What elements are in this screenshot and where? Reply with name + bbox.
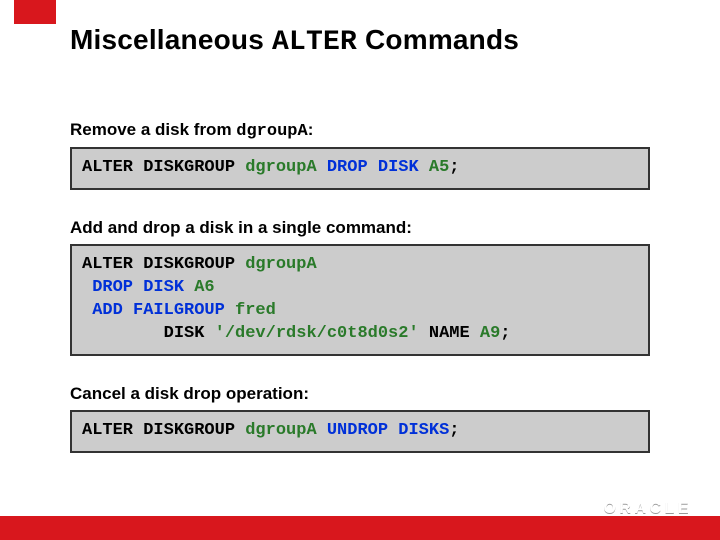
- sql-identifier: dgroupA: [245, 421, 316, 440]
- sql-text: DISK: [82, 324, 215, 343]
- code-block: ALTER DISKGROUP dgroupA UNDROP DISKS;: [70, 410, 650, 453]
- sql-text: ;: [449, 158, 459, 177]
- caption-mono: dgroupA: [236, 122, 307, 141]
- slide-title: Miscellaneous ALTER Commands: [70, 24, 519, 58]
- sql-text: [317, 421, 327, 440]
- sql-identifier: A9: [480, 324, 500, 343]
- oracle-logo: ORACLE: [597, 498, 698, 520]
- sql-identifier: A6: [194, 278, 214, 297]
- sql-text: ALTER DISKGROUP: [82, 421, 245, 440]
- sql-text: ;: [449, 421, 459, 440]
- section-caption: Remove a disk from dgroupA:: [70, 120, 650, 141]
- sql-text: [82, 278, 92, 297]
- sql-identifier: dgroupA: [245, 255, 316, 274]
- sql-keyword: UNDROP DISKS: [327, 421, 449, 440]
- sql-identifier: fred: [235, 301, 276, 320]
- content-area: Remove a disk from dgroupA: ALTER DISKGRO…: [70, 120, 650, 453]
- sql-text: [82, 301, 92, 320]
- header-accent-block: [14, 0, 56, 24]
- section-caption: Add and drop a disk in a single command:: [70, 218, 650, 238]
- title-mono: ALTER: [272, 27, 357, 58]
- sql-text: [317, 158, 327, 177]
- sql-text: ;: [500, 324, 510, 343]
- sql-text: ALTER DISKGROUP: [82, 158, 245, 177]
- caption-text: Add and drop a disk in a single command:: [70, 218, 412, 237]
- sql-text: ALTER DISKGROUP: [82, 255, 245, 274]
- sql-identifier: '/dev/rdsk/c0t8d0s2': [215, 324, 419, 343]
- sql-identifier: dgroupA: [245, 158, 316, 177]
- sql-text: NAME: [419, 324, 480, 343]
- section-caption: Cancel a disk drop operation:: [70, 384, 650, 404]
- sql-keyword: DROP DISK: [92, 278, 184, 297]
- sql-text: [184, 278, 194, 297]
- caption-text: Cancel a disk drop operation:: [70, 384, 309, 403]
- caption-text: :: [308, 120, 314, 139]
- code-block: ALTER DISKGROUP dgroupA DROP DISK A5;: [70, 147, 650, 190]
- title-pre: Miscellaneous: [70, 24, 272, 55]
- sql-text: [419, 158, 429, 177]
- sql-text: [225, 301, 235, 320]
- sql-keyword: ADD FAILGROUP: [92, 301, 225, 320]
- code-block: ALTER DISKGROUP dgroupA DROP DISK A6 ADD…: [70, 244, 650, 356]
- caption-text: Remove a disk from: [70, 120, 236, 139]
- sql-identifier: A5: [429, 158, 449, 177]
- sql-keyword: DROP DISK: [327, 158, 419, 177]
- title-post: Commands: [357, 24, 519, 55]
